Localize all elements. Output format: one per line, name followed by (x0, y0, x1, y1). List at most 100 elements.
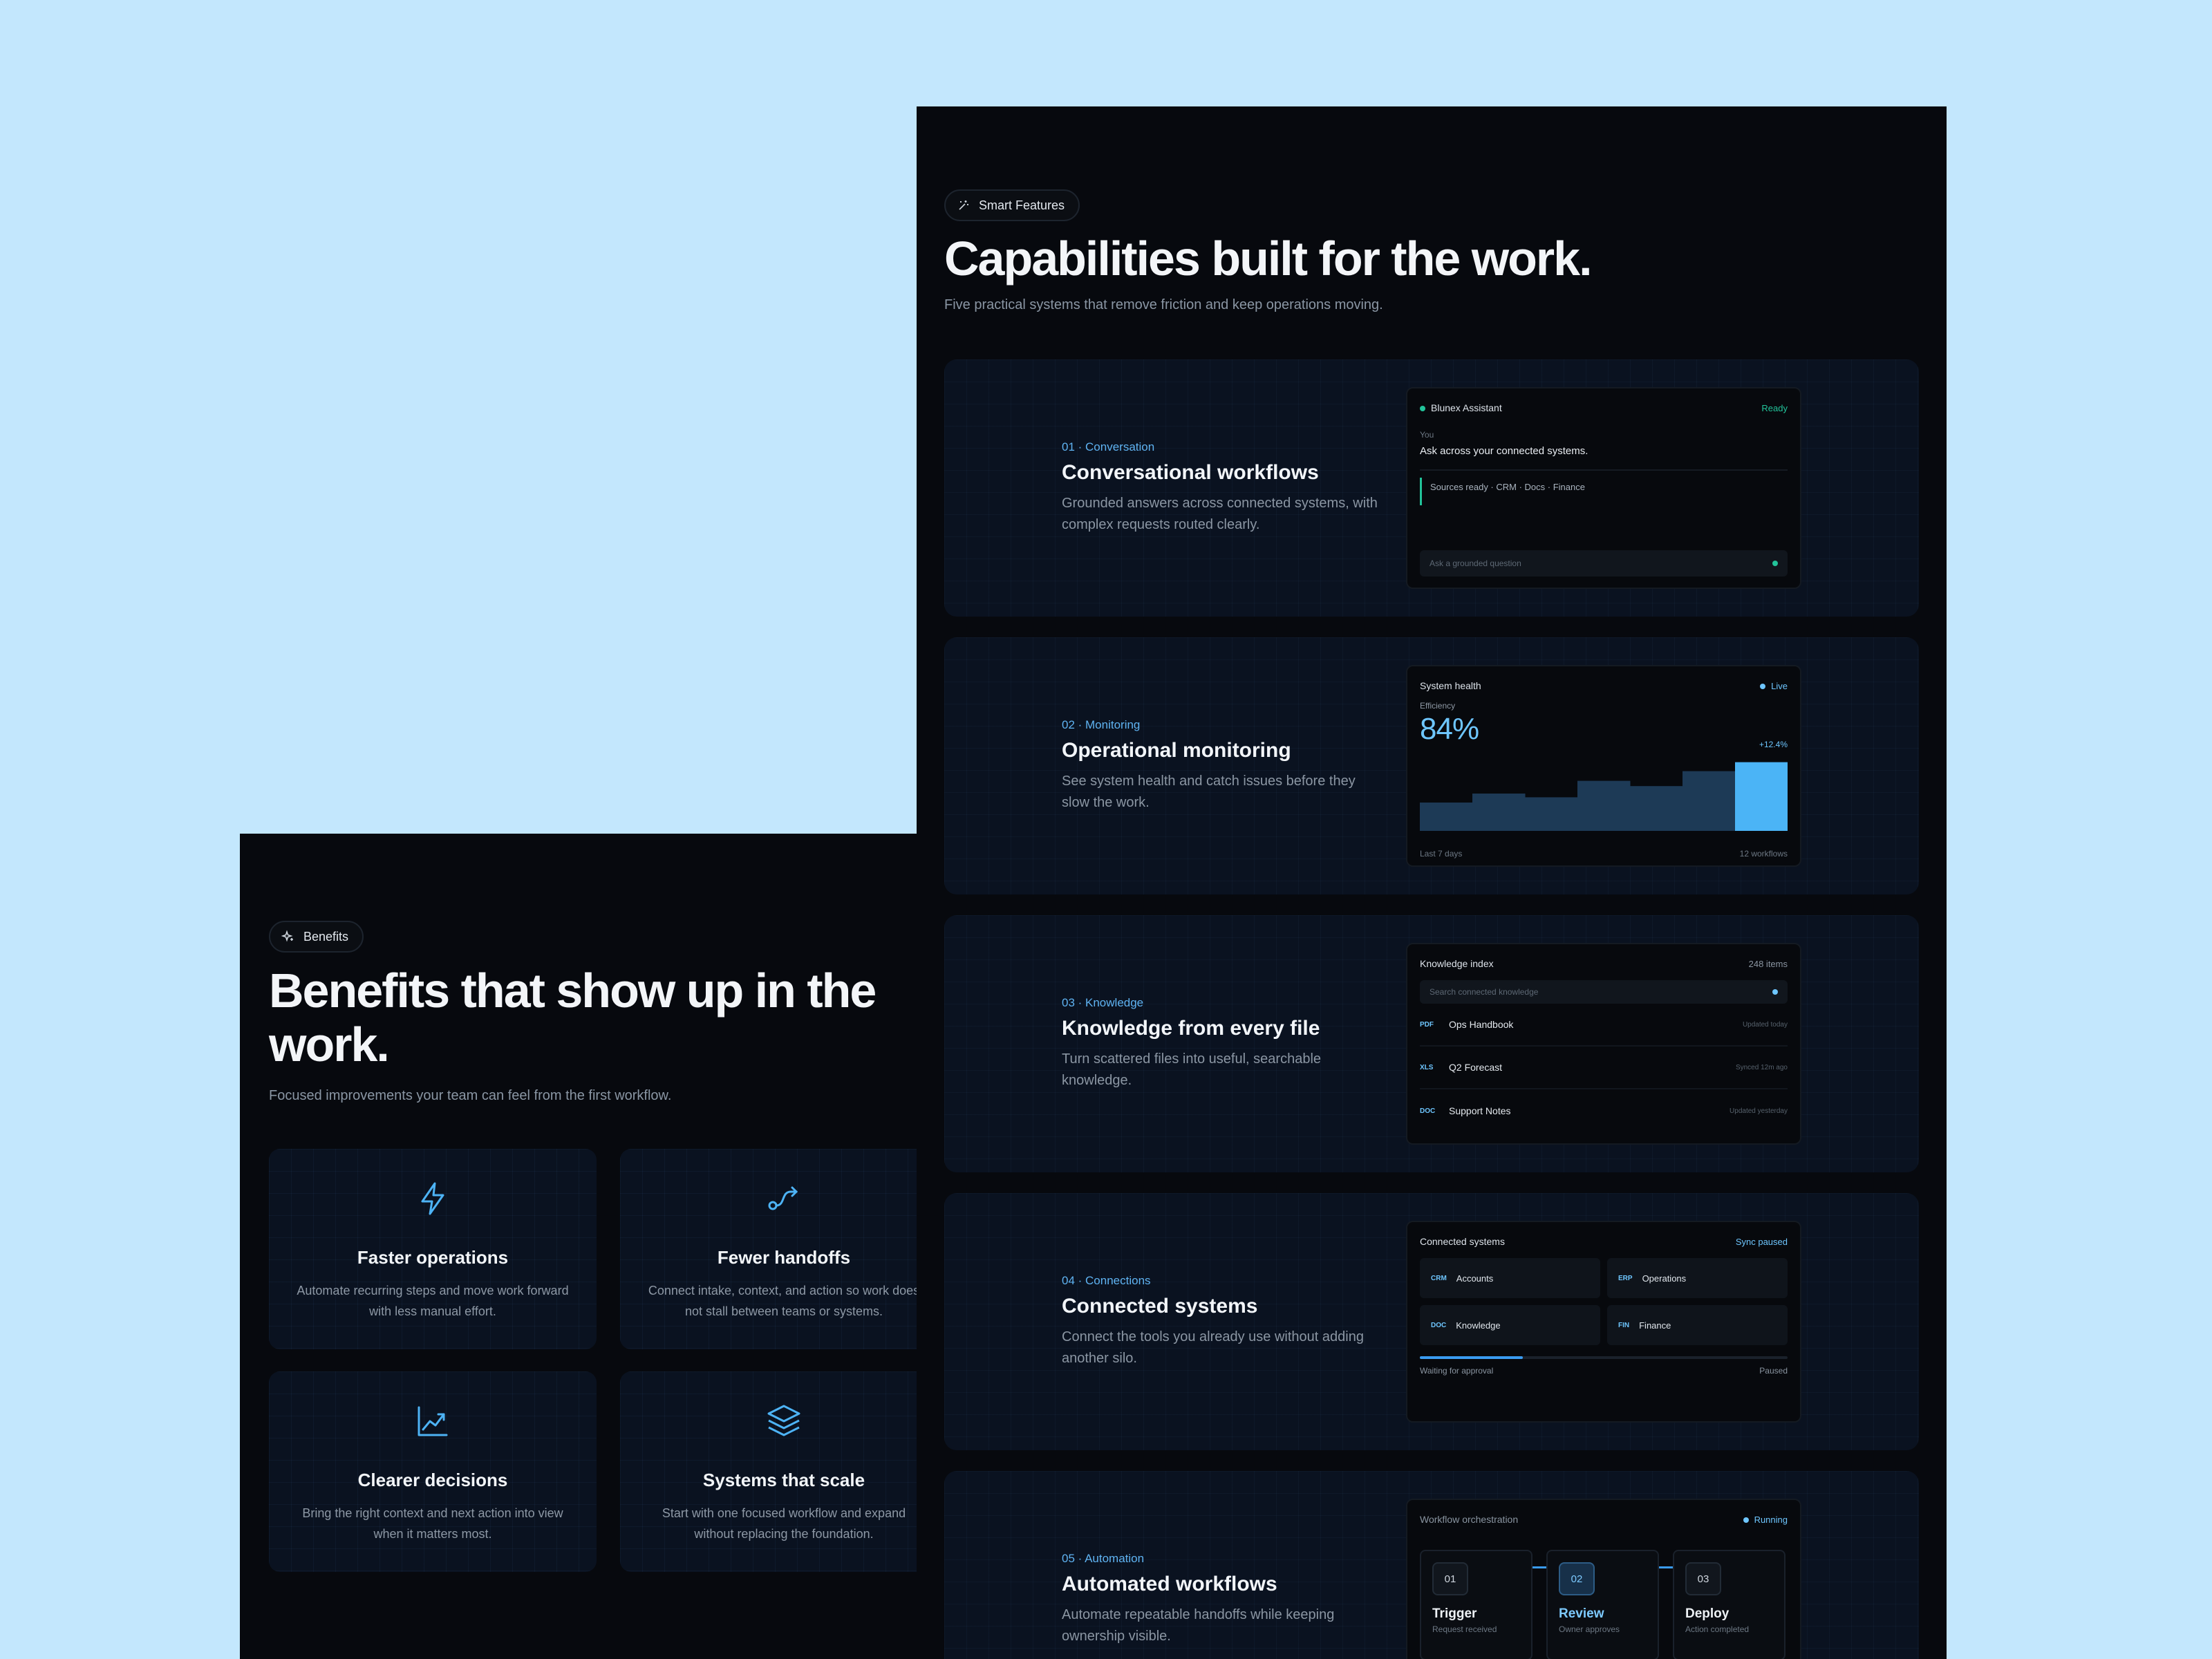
workflow-step[interactable]: 03 Deploy Action completed (1673, 1550, 1785, 1659)
capability-card-knowledge: 03 · Knowledge Knowledge from every file… (944, 915, 1919, 1172)
speaker-label: You (1420, 430, 1434, 440)
capability-title: Knowledge from every file (1062, 1017, 1320, 1040)
efficiency-bar (1577, 780, 1631, 831)
chart-range-label: Last 7 days (1420, 849, 1463, 859)
system-tile[interactable]: FIN Finance (1607, 1305, 1788, 1345)
capability-description: See system health and catch issues befor… (1062, 774, 1356, 810)
file-row[interactable]: PDF Ops Handbook Updated today (1420, 1004, 1788, 1047)
step-name: Deploy (1685, 1606, 1730, 1621)
capability-title: Automated workflows (1062, 1573, 1277, 1595)
file-row[interactable]: XLS Q2 Forecast Synced 12m ago (1420, 1047, 1788, 1089)
metric-value: 84% (1420, 712, 1479, 746)
input-placeholder: Ask a grounded question (1430, 559, 1521, 568)
capability-tag: 01 · Conversation (1062, 440, 1155, 453)
widget-title: Knowledge index (1420, 958, 1494, 969)
capability-title: Operational monitoring (1062, 739, 1291, 762)
step-name: Trigger (1432, 1606, 1477, 1621)
question-input[interactable]: Ask a grounded question (1420, 550, 1788, 577)
benefit-title: Systems that scale (702, 1470, 865, 1490)
benefits-section: Benefits Benefits that show up in the wo… (240, 834, 917, 1659)
knowledge-search-input[interactable]: Search connected knowledge (1420, 980, 1788, 1004)
route-icon (768, 1186, 798, 1210)
send-dot-icon[interactable] (1772, 561, 1778, 566)
search-placeholder: Search connected knowledge (1430, 987, 1539, 997)
system-name: Finance (1639, 1320, 1671, 1331)
knowledge-mockup: Knowledge index 248 items Search connect… (1406, 943, 1801, 1145)
search-dot-icon (1772, 989, 1778, 995)
workflow-step[interactable]: 02 Review Owner approves (1546, 1550, 1659, 1659)
capability-tag: 04 · Connections (1062, 1274, 1151, 1287)
capability-description: Grounded answers across connected system… (1062, 496, 1378, 532)
capability-description: Connect the tools you already use withou… (1062, 1329, 1364, 1366)
smart-features-badge: Smart Features (944, 189, 1080, 221)
benefit-description: Connect intake, context, and action so w… (648, 1284, 917, 1318)
running-dot-icon (1743, 1517, 1749, 1524)
file-name: Q2 Forecast (1449, 1062, 1503, 1073)
capability-description: Turn scattered files into useful, search… (1062, 1051, 1322, 1088)
capability-tag: 05 · Automation (1062, 1552, 1145, 1565)
benefit-description: Automate recurring steps and move work f… (297, 1284, 569, 1318)
trending-chart-icon (418, 1406, 448, 1436)
status-dot-icon (1420, 406, 1425, 412)
assistant-mockup: Blunex Assistant Ready You Ask across yo… (1406, 387, 1801, 589)
sync-progress-bar (1420, 1356, 1788, 1359)
sync-status[interactable]: Sync paused (1736, 1237, 1788, 1247)
efficiency-bar (1420, 803, 1473, 831)
capability-title: Connected systems (1062, 1295, 1258, 1318)
benefits-title: Benefits that show up in the work. (269, 964, 877, 1071)
file-type: PDF (1420, 1020, 1434, 1029)
file-type: DOC (1420, 1107, 1436, 1115)
item-count: 248 items (1748, 958, 1788, 969)
workflow-step[interactable]: 01 Trigger Request received (1420, 1550, 1533, 1659)
benefit-card-systems-that-scale: Systems that scale Start with one focuse… (620, 1371, 917, 1572)
metric-label: Efficiency (1420, 701, 1456, 711)
badge-label: Smart Features (979, 198, 1065, 212)
capabilities-subtitle: Five practical systems that remove frict… (944, 297, 1383, 312)
step-number: 03 (1685, 1562, 1721, 1595)
sources-line: Sources ready · CRM · Docs · Finance (1420, 478, 1788, 505)
file-name: Support Notes (1449, 1105, 1511, 1116)
benefit-description: Start with one focused workflow and expa… (662, 1506, 906, 1541)
step-name: Review (1559, 1606, 1604, 1621)
capability-card-conversation: 01 · Conversation Conversational workflo… (944, 359, 1919, 617)
benefits-badge: Benefits (269, 921, 364, 953)
system-code: FIN (1618, 1321, 1630, 1329)
benefit-title: Fewer handoffs (717, 1247, 851, 1268)
benefits-subtitle: Focused improvements your team can feel … (269, 1088, 672, 1103)
benefit-card-faster-operations: Faster operations Automate recurring ste… (269, 1149, 597, 1349)
file-row[interactable]: DOC Support Notes Updated yesterday (1420, 1089, 1788, 1132)
running-badge: Running (1754, 1514, 1788, 1525)
widget-title: System health (1420, 680, 1481, 691)
benefit-description: Bring the right context and next action … (302, 1506, 563, 1541)
step-connector (1659, 1566, 1673, 1568)
lightning-icon (421, 1182, 444, 1215)
sync-note: Waiting for approval (1420, 1366, 1494, 1376)
step-description: Action completed (1685, 1624, 1750, 1634)
file-meta: Updated yesterday (1730, 1107, 1788, 1115)
system-tile[interactable]: DOC Knowledge (1420, 1305, 1600, 1345)
capability-tag: 03 · Knowledge (1062, 996, 1144, 1009)
efficiency-bar (1683, 771, 1736, 831)
badge-label: Benefits (303, 929, 349, 944)
capability-description: Automate repeatable handoffs while keepi… (1062, 1607, 1335, 1644)
layers-icon (767, 1405, 800, 1436)
efficiency-bar (1525, 797, 1578, 831)
system-code: CRM (1431, 1274, 1447, 1282)
benefit-title: Clearer decisions (357, 1470, 508, 1490)
file-meta: Updated today (1742, 1020, 1788, 1029)
file-name: Ops Handbook (1449, 1019, 1514, 1030)
sync-progress-fill (1420, 1356, 1523, 1359)
efficiency-bar (1472, 794, 1526, 831)
step-description: Owner approves (1559, 1624, 1620, 1634)
workflow-count: 12 workflows (1739, 849, 1788, 859)
system-name: Knowledge (1456, 1320, 1501, 1331)
capability-card-connections: 04 · Connections Connected systems Conne… (944, 1193, 1919, 1450)
capability-card-monitoring: 02 · Monitoring Operational monitoring S… (944, 637, 1919, 894)
step-connector (1533, 1566, 1546, 1568)
system-tile[interactable]: ERP Operations (1607, 1258, 1788, 1298)
capabilities-section: Smart Features Capabilities built for th… (917, 106, 1947, 1659)
system-tile[interactable]: CRM Accounts (1420, 1258, 1600, 1298)
workflow-mockup: Workflow orchestration Running 01 Trigge… (1406, 1499, 1801, 1659)
widget-title: Workflow orchestration (1420, 1514, 1519, 1525)
step-number: 01 (1432, 1562, 1468, 1595)
